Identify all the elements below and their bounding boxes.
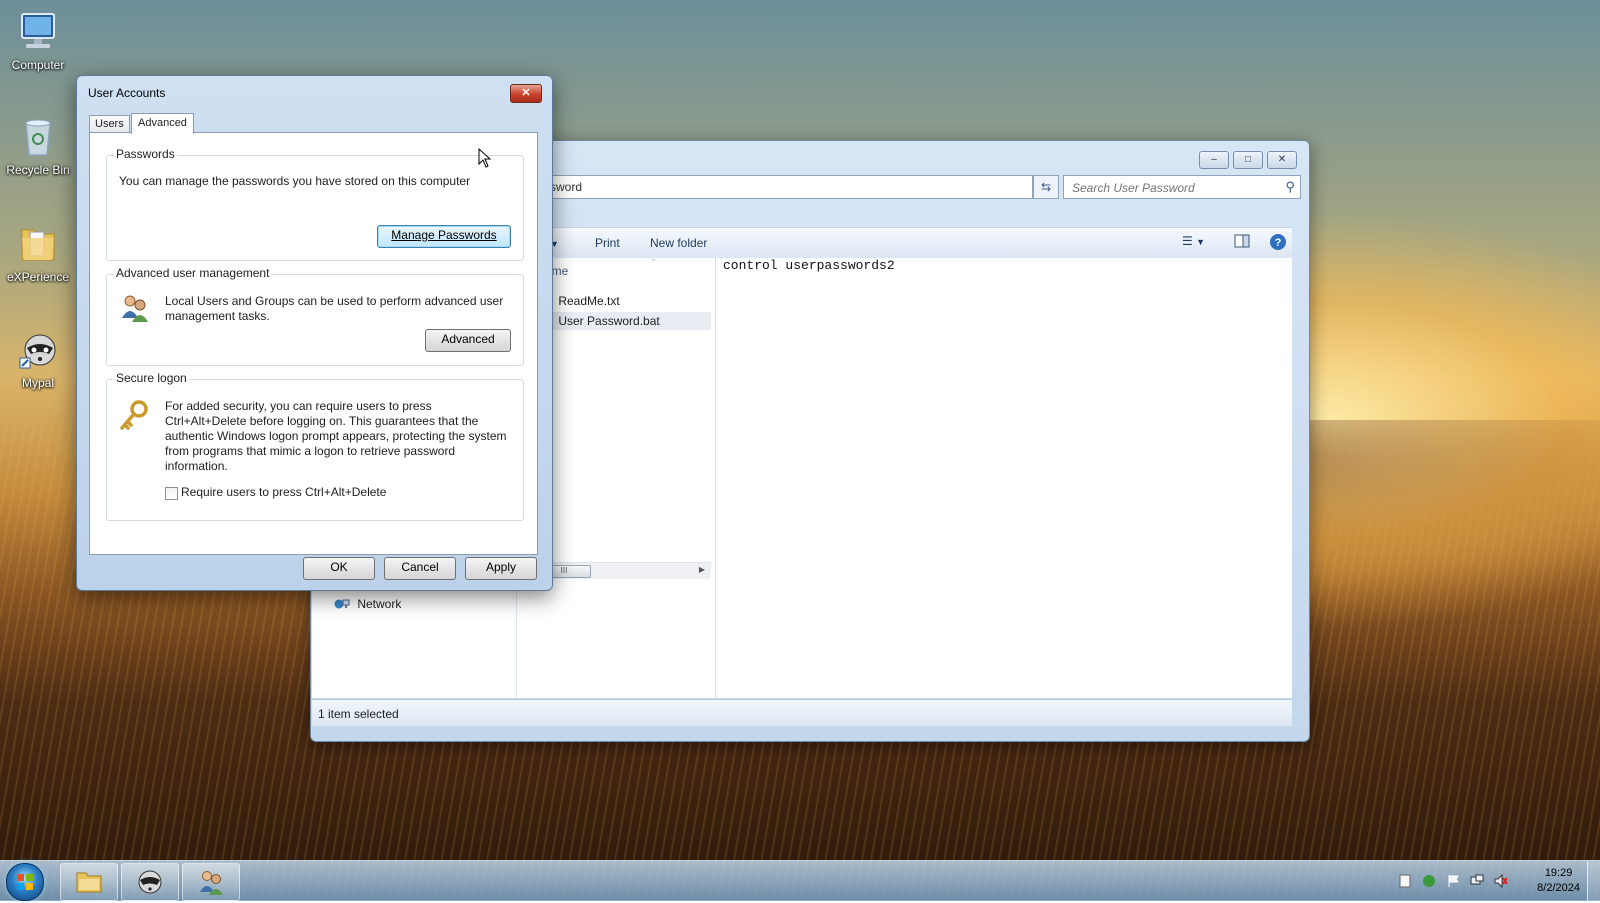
secure-logon-description: For added security, you can require user… xyxy=(165,399,507,473)
clock-date: 8/2/2024 xyxy=(1537,882,1580,894)
passwords-description: You can manage the passwords you have st… xyxy=(119,174,471,188)
advanced-mgmt-description: Local Users and Groups can be used to pe… xyxy=(165,294,504,323)
folder-icon xyxy=(16,222,60,266)
close-button[interactable]: ✕ xyxy=(1267,151,1297,169)
preview-pane: control userpasswords2 xyxy=(716,258,1276,698)
svg-text:?: ? xyxy=(1275,237,1282,249)
action-center-flag-icon[interactable] xyxy=(1446,874,1460,888)
help-icon[interactable]: ? xyxy=(1269,233,1287,254)
window-caption-buttons: – □ ✕ xyxy=(1199,151,1297,169)
manage-passwords-button[interactable]: Manage Passwords xyxy=(377,225,511,248)
list-item[interactable]: ReadMe.txt xyxy=(541,292,711,310)
chevron-down-icon[interactable]: ▼ xyxy=(544,181,1026,191)
tab-advanced[interactable]: Advanced xyxy=(131,113,194,134)
desktop-icon-label: Computer xyxy=(11,58,65,72)
users-icon xyxy=(200,871,223,895)
new-folder-button[interactable]: New folder xyxy=(650,236,707,250)
view-options-icon[interactable]: ☰ ▼ xyxy=(1182,234,1205,248)
start-button[interactable] xyxy=(6,863,44,901)
taskbar-explorer-button[interactable] xyxy=(60,863,118,901)
dialog-close-button[interactable]: ✕ xyxy=(510,84,542,103)
status-bar: 1 item selected xyxy=(312,699,1292,726)
sort-chevron-icon: ˆ xyxy=(652,258,655,268)
windows-logo-icon xyxy=(17,874,33,890)
clock[interactable]: 19:29 8/2/2024 xyxy=(1537,866,1580,896)
status-text: 1 item selected xyxy=(318,707,399,721)
require-ctrl-alt-delete-label[interactable]: Require users to press Ctrl+Alt+Delete xyxy=(181,485,386,500)
raccoon-icon xyxy=(138,870,162,894)
passwords-legend: Passwords xyxy=(114,147,177,161)
preview-text: control userpasswords2 xyxy=(723,258,895,273)
refresh-icon: ⇆ xyxy=(1040,180,1052,194)
preview-pane-icon[interactable] xyxy=(1234,233,1250,252)
taskbar-user-accounts-button[interactable] xyxy=(182,863,240,901)
security-icon[interactable] xyxy=(1422,874,1436,888)
minimize-button[interactable]: – xyxy=(1199,151,1229,169)
users-group-icon xyxy=(119,292,151,327)
nav-item-label: Network xyxy=(357,597,402,611)
tab-users[interactable]: Users xyxy=(89,115,130,133)
volume-muted-icon[interactable] xyxy=(1494,873,1508,889)
ok-button[interactable]: OK xyxy=(303,557,375,580)
close-icon: ✕ xyxy=(521,87,531,99)
passwords-group: Passwords You can manage the passwords y… xyxy=(106,147,524,261)
advanced-user-management-group: Advanced user management Local Users and… xyxy=(106,266,524,366)
cancel-button[interactable]: Cancel xyxy=(384,557,456,580)
system-tray: 19:29 8/2/2024 xyxy=(1350,861,1600,901)
desktop-icon-recycle-bin[interactable]: Recycle Bin xyxy=(0,115,76,177)
print-button[interactable]: Print xyxy=(595,236,620,250)
desktop-icon-experience[interactable]: eXPerience xyxy=(0,222,76,284)
folder-icon xyxy=(76,872,102,893)
desktop-icon-mypal[interactable]: Mypal xyxy=(0,328,76,390)
maximize-button[interactable]: □ xyxy=(1233,151,1263,169)
search-box[interactable]: ⚲ xyxy=(1063,175,1301,199)
mouse-cursor-icon xyxy=(478,147,492,171)
dialog-body: Passwords You can manage the passwords y… xyxy=(89,132,538,572)
secure-logon-legend: Secure logon xyxy=(114,371,189,385)
recycle-bin-icon xyxy=(16,115,60,159)
list-item-selected[interactable]: User Password.bat xyxy=(541,312,711,330)
show-desktop-button[interactable] xyxy=(1587,861,1600,901)
raccoon-icon xyxy=(16,328,60,372)
advanced-button[interactable]: Advanced xyxy=(425,329,511,352)
dialog-title: User Accounts xyxy=(88,86,166,100)
apply-button[interactable]: Apply xyxy=(465,557,537,580)
network-icon xyxy=(334,599,353,614)
tab-panel-advanced: Passwords You can manage the passwords y… xyxy=(89,132,538,555)
desktop-icon-label: Mypal xyxy=(21,376,54,390)
clock-time: 19:29 xyxy=(1544,867,1573,879)
scroll-right-icon[interactable]: ▶ xyxy=(699,565,705,574)
desktop-icon-label: Recycle Bin xyxy=(6,163,70,177)
search-input[interactable] xyxy=(1070,178,1274,198)
taskbar-mypal-button[interactable] xyxy=(121,863,179,901)
nav-item-network[interactable]: Network xyxy=(334,597,401,614)
desktop-icon-label: eXPerience xyxy=(6,270,70,284)
key-icon xyxy=(117,398,151,435)
desktop-icon-computer[interactable]: Computer xyxy=(0,10,76,72)
network-tray-icon[interactable] xyxy=(1470,874,1484,888)
computer-icon xyxy=(16,10,60,54)
notes-icon[interactable] xyxy=(1398,874,1412,888)
secure-logon-group: Secure logon For added security, you can… xyxy=(106,371,524,521)
advanced-mgmt-legend: Advanced user management xyxy=(114,266,272,280)
taskbar: 19:29 8/2/2024 xyxy=(0,860,1600,901)
refresh-button[interactable]: ⇆ xyxy=(1033,175,1059,199)
search-icon[interactable]: ⚲ xyxy=(1285,179,1295,195)
require-ctrl-alt-delete-checkbox[interactable] xyxy=(165,487,178,500)
address-bar[interactable]: ssword ▼ xyxy=(539,175,1033,199)
